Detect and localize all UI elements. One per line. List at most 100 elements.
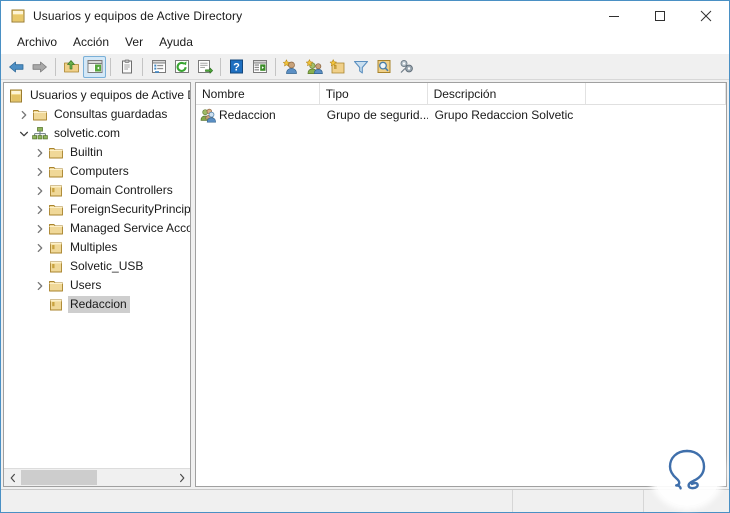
tree-item-label: Computers <box>70 164 129 178</box>
details-list-pane: Nombre Tipo Descripción Redaccion Grupo … <box>195 82 727 487</box>
chevron-right-icon[interactable] <box>32 221 48 237</box>
forward-arrow-icon[interactable] <box>28 56 51 78</box>
back-arrow-icon[interactable] <box>5 56 28 78</box>
menu-accion[interactable]: Acción <box>65 33 117 51</box>
properties-clipboard-icon[interactable] <box>115 56 138 78</box>
console-root-icon <box>8 88 24 104</box>
column-header-tipo[interactable]: Tipo <box>320 83 428 104</box>
tree-item-label: Consultas guardadas <box>54 107 168 121</box>
chevron-right-icon[interactable] <box>32 240 48 256</box>
toolbar-separator <box>55 57 56 76</box>
new-group-icon[interactable] <box>303 56 326 78</box>
tree-item-computers[interactable]: Computers <box>4 162 190 181</box>
show-console-tree-icon[interactable] <box>83 55 106 78</box>
ou-folder-icon <box>48 240 64 256</box>
tree-item-label: Managed Service Accounts <box>70 221 190 235</box>
cell-tipo: Grupo de segurid... <box>326 107 428 122</box>
folder-icon <box>48 145 64 161</box>
cell-text: Redaccion <box>219 107 276 122</box>
filter-icon[interactable] <box>349 56 372 78</box>
tree-item-solvetic-com[interactable]: solvetic.com <box>4 124 190 143</box>
refresh-icon[interactable] <box>170 56 193 78</box>
chevron-right-icon[interactable] <box>16 107 32 123</box>
chevron-right-icon[interactable] <box>32 183 48 199</box>
menu-archivo[interactable]: Archivo <box>9 33 65 51</box>
close-button[interactable] <box>683 1 729 30</box>
table-row[interactable]: Redaccion Grupo de segurid... Grupo Reda… <box>196 105 726 124</box>
tree-item-solvetic-usb[interactable]: Solvetic_USB <box>4 257 190 276</box>
tree-scroll-area: Usuarios y equipos de Active Dir Consult… <box>4 83 190 468</box>
list-view-icon[interactable] <box>147 56 170 78</box>
tree-item-managed-service-accounts[interactable]: Managed Service Accounts <box>4 219 190 238</box>
tree-item-label: Usuarios y equipos de Active Dir <box>30 88 190 102</box>
scrollbar-track[interactable] <box>21 469 173 486</box>
toolbar: ? <box>1 54 729 80</box>
chevron-left-icon[interactable] <box>4 469 21 486</box>
column-header-descripcion[interactable]: Descripción <box>428 83 587 104</box>
ou-folder-icon <box>48 297 64 313</box>
toolbar-separator <box>220 57 221 76</box>
status-segment-right <box>644 490 729 512</box>
toolbar-separator <box>142 57 143 76</box>
help-icon[interactable]: ? <box>225 56 248 78</box>
chevron-right-icon[interactable] <box>32 164 48 180</box>
folder-icon <box>48 202 64 218</box>
tree-item-label: Solvetic_USB <box>70 259 144 273</box>
console-tree-pane: Usuarios y equipos de Active Dir Consult… <box>3 82 191 487</box>
folder-icon <box>48 221 64 237</box>
console-window-icon <box>10 8 26 24</box>
chevron-right-icon[interactable] <box>32 145 48 161</box>
ou-folder-icon <box>48 183 64 199</box>
status-segment-middle <box>513 490 645 512</box>
tree-item-label: Users <box>70 278 102 292</box>
tree-item-root[interactable]: Usuarios y equipos de Active Dir <box>4 86 190 105</box>
toolbar-separator <box>275 57 276 76</box>
menu-ayuda[interactable]: Ayuda <box>151 33 201 51</box>
tree-item-label: Domain Controllers <box>70 183 173 197</box>
export-list-icon[interactable] <box>193 56 216 78</box>
cell-descripcion: Grupo Redaccion Solvetic <box>434 107 574 122</box>
tree-item-foreignsecurityprincipals[interactable]: ForeignSecurityPrincipals <box>4 200 190 219</box>
tree-item-multiples[interactable]: Multiples <box>4 238 190 257</box>
twisty-placeholder <box>32 259 48 275</box>
tree-item-domain-controllers[interactable]: Domain Controllers <box>4 181 190 200</box>
tree-item-users[interactable]: Users <box>4 276 190 295</box>
column-header-nombre[interactable]: Nombre <box>196 83 320 104</box>
find-icon[interactable] <box>372 56 395 78</box>
tree-item-label: ForeignSecurityPrincipals <box>70 202 190 216</box>
scrollbar-thumb[interactable] <box>21 470 97 485</box>
window-controls <box>591 1 729 30</box>
chevron-right-icon[interactable] <box>32 202 48 218</box>
active-directory-window: Usuarios y equipos de Active Directory A… <box>0 0 730 513</box>
maximize-button[interactable] <box>637 1 683 30</box>
chevron-right-icon[interactable] <box>173 469 190 486</box>
twisty-placeholder <box>32 297 48 313</box>
tree-item-label: Redaccion <box>68 296 130 313</box>
tree-item-label: Multiples <box>70 240 118 254</box>
tree-horizontal-scrollbar[interactable] <box>4 468 190 486</box>
svg-text:?: ? <box>233 62 240 74</box>
domain-icon <box>32 126 48 142</box>
tree-item-consultas-guardadas[interactable]: Consultas guardadas <box>4 105 190 124</box>
chevron-down-icon[interactable] <box>16 126 32 142</box>
menu-ver[interactable]: Ver <box>117 33 151 51</box>
window-title: Usuarios y equipos de Active Directory <box>33 8 243 23</box>
status-segment-main <box>1 490 513 512</box>
tree-item-redaccion[interactable]: Redaccion <box>4 295 190 314</box>
up-folder-icon[interactable] <box>60 56 83 78</box>
toolbar-separator <box>110 57 111 76</box>
column-header-extra[interactable] <box>586 83 726 104</box>
new-ou-icon[interactable] <box>326 56 349 78</box>
settings-icon[interactable] <box>395 56 418 78</box>
menu-bar: Archivo Acción Ver Ayuda <box>1 30 729 54</box>
list-rows: Redaccion Grupo de segurid... Grupo Reda… <box>196 105 726 486</box>
title-bar: Usuarios y equipos de Active Directory <box>1 1 729 30</box>
console-view-icon[interactable] <box>248 56 271 78</box>
chevron-right-icon[interactable] <box>32 278 48 294</box>
new-user-icon[interactable] <box>280 56 303 78</box>
folder-icon <box>48 164 64 180</box>
tree-item-label: solvetic.com <box>54 126 121 140</box>
tree-item-builtin[interactable]: Builtin <box>4 143 190 162</box>
cell-nombre: Redaccion <box>196 107 320 123</box>
minimize-button[interactable] <box>591 1 637 30</box>
